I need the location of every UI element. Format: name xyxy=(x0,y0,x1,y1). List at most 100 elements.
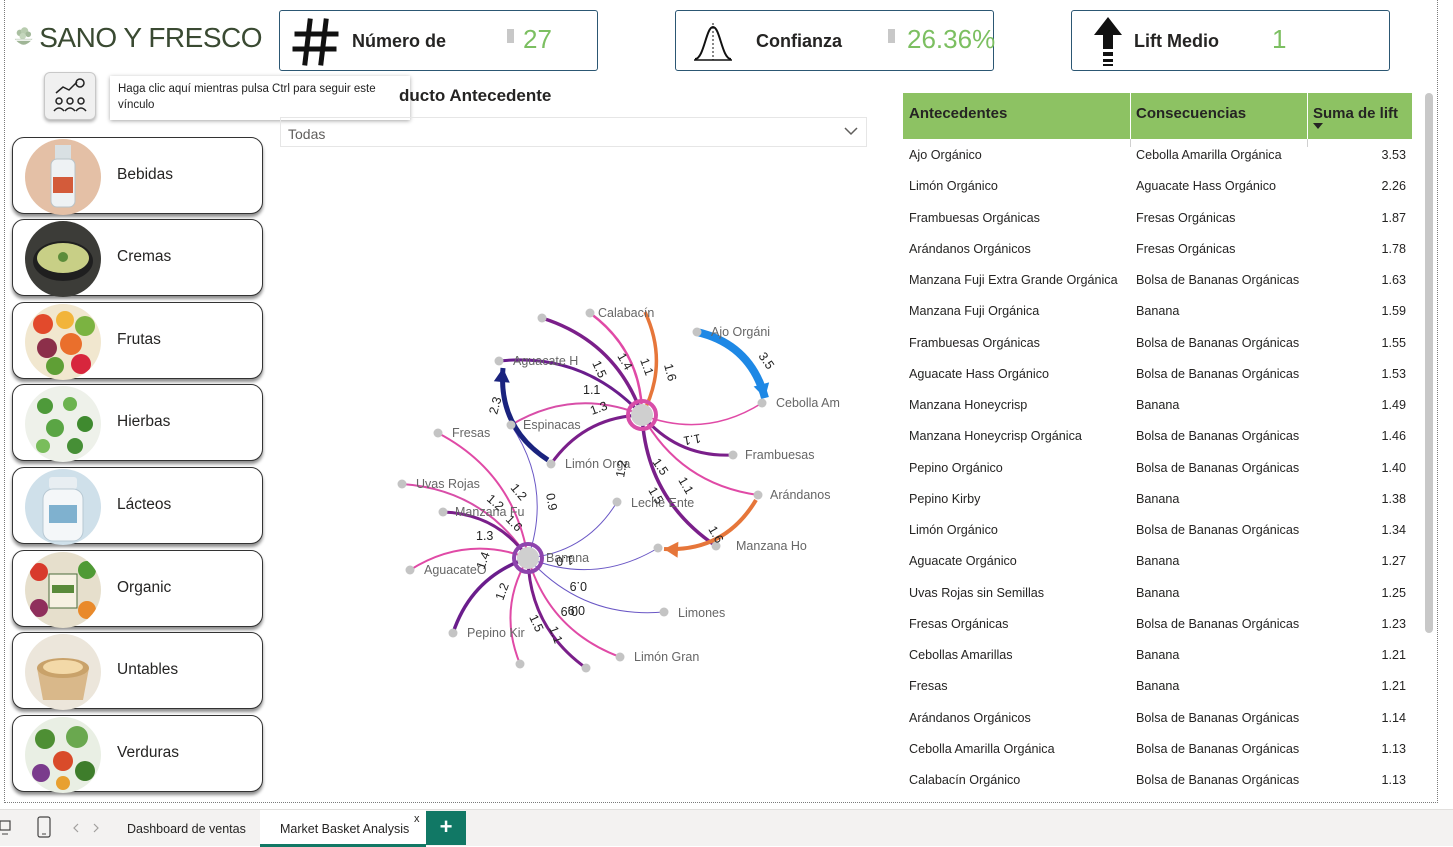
mobile-layout-icon[interactable] xyxy=(37,816,51,838)
network-node[interactable] xyxy=(692,327,702,337)
network-node[interactable] xyxy=(581,663,591,673)
category-button-untables[interactable]: Untables xyxy=(12,632,263,710)
category-button-cremas[interactable]: Cremas xyxy=(12,219,263,297)
tab-dashboard-ventas[interactable]: Dashboard de ventas xyxy=(110,810,260,847)
edge-lift-label: 1.1 xyxy=(682,431,702,448)
network-node[interactable] xyxy=(433,428,443,438)
kpi-card-lift[interactable]: Lift Medio 1 xyxy=(1071,10,1390,71)
table-row[interactable]: Manzana Honeycrisp Orgánica Bolsa de Bana… xyxy=(903,421,1412,452)
association-network-graph[interactable]: Calabacín Ajo Orgáni Aguacate H Cebolla Am E… xyxy=(280,150,900,800)
network-node[interactable] xyxy=(537,313,547,323)
network-node[interactable] xyxy=(612,497,622,507)
table-row[interactable]: Arándanos Orgánicos Fresas Orgánicas 1.78 xyxy=(903,234,1412,265)
consequent-cell: Bolsa de Bananas Orgánicas xyxy=(1136,741,1300,756)
network-node[interactable] xyxy=(506,420,516,430)
kpi-card-confianza[interactable]: Confianza 26.36% xyxy=(675,10,996,71)
table-row[interactable]: Cebolla Amarilla Orgánica Bolsa de Banana… xyxy=(903,734,1412,765)
table-row[interactable]: Aguacate Orgánico Banana 1.27 xyxy=(903,546,1412,577)
network-node[interactable] xyxy=(397,479,407,489)
consequent-cell: Bolsa de Bananas Orgánicas xyxy=(1136,616,1300,631)
header-suma-lift[interactable]: Suma de lift xyxy=(1313,105,1398,122)
antecedent-cell: Limón Orgánico xyxy=(909,179,998,194)
category-label: Hierbas xyxy=(117,413,171,430)
network-node[interactable] xyxy=(659,607,669,617)
network-edge-strong xyxy=(696,328,769,400)
network-node[interactable] xyxy=(653,543,663,553)
table-row[interactable]: Arándanos Orgánicos Bolsa de Bananas Orgá… xyxy=(903,703,1412,734)
table-row[interactable]: Calabacín Orgánico Bolsa de Bananas Orgán… xyxy=(903,765,1412,796)
hub-node[interactable] xyxy=(517,547,539,569)
table-row[interactable]: Uvas Rojas sin Semillas Banana 1.25 xyxy=(903,578,1412,609)
table-row[interactable]: Cebollas Amarillas Banana 1.21 xyxy=(903,640,1412,671)
lift-cell: 2.26 xyxy=(1381,179,1406,194)
edge-lift-label: 1.4 xyxy=(474,550,493,571)
network-node[interactable] xyxy=(448,628,458,638)
chevron-left-icon[interactable] xyxy=(72,823,80,833)
category-button-hierbas[interactable]: Hierbas xyxy=(12,384,263,462)
table-row[interactable]: Fresas Banana 1.21 xyxy=(903,671,1412,702)
category-label: Bebidas xyxy=(117,166,174,183)
edge-lift-label: 1.1 xyxy=(546,624,565,645)
salad-bowl-logo-icon xyxy=(14,27,33,45)
category-button-lacteos[interactable]: Lácteos xyxy=(12,467,263,545)
antecedent-cell: Cebolla Amarilla Orgánica xyxy=(909,741,1055,756)
antecedent-cell: Fresas Orgánicas xyxy=(909,616,1009,631)
category-button-verduras[interactable]: Verduras xyxy=(12,715,263,793)
table-row[interactable]: Manzana Fuji Extra Grande Orgánica Bolsa … xyxy=(903,265,1412,296)
kpi-label: Lift Medio xyxy=(1134,31,1219,51)
rules-table[interactable]: Antecedentes Consecuencias Suma de lift … xyxy=(903,93,1413,799)
table-row[interactable]: Frambuesas Orgánicas Fresas Orgánicas 1.87 xyxy=(903,203,1412,234)
edge-lift-label: 1.3 xyxy=(588,399,609,418)
table-row[interactable]: Aguacate Hass Orgánico Bolsa de Bananas O… xyxy=(903,359,1412,390)
edge-lift-label: 1.1 xyxy=(637,356,656,377)
table-row[interactable]: Manzana Fuji Orgánica Banana 1.59 xyxy=(903,296,1412,327)
consequent-cell: Banana xyxy=(1136,554,1180,569)
edge-lift-label: 1.0 xyxy=(555,553,574,568)
consequent-cell: Bolsa de Bananas Orgánicas xyxy=(1136,366,1300,381)
edge-lift-label: 1.5 xyxy=(650,456,671,478)
product-slicer-dropdown[interactable]: Todas xyxy=(280,117,867,147)
network-node[interactable] xyxy=(585,308,595,318)
consequent-cell: Aguacate Hass Orgánico xyxy=(1136,179,1277,194)
network-node[interactable] xyxy=(438,507,448,517)
tab-market-basket[interactable]: Market Basket Analysis x xyxy=(260,810,426,847)
network-node[interactable] xyxy=(728,450,738,460)
network-node[interactable] xyxy=(757,398,767,408)
hub-node[interactable] xyxy=(631,404,653,426)
desktop-layout-icon[interactable] xyxy=(0,818,14,838)
category-button-frutas[interactable]: Frutas xyxy=(12,302,263,380)
table-row[interactable]: Limón Orgánico Aguacate Hass Orgánico 2.26 xyxy=(903,171,1412,202)
network-node[interactable] xyxy=(515,659,525,669)
lift-cell: 1.34 xyxy=(1381,523,1406,537)
header-consecuencias[interactable]: Consecuencias xyxy=(1136,105,1246,122)
lift-cell: 1.63 xyxy=(1381,273,1406,287)
chevron-right-icon[interactable] xyxy=(92,823,100,833)
category-button-organic[interactable]: Organic xyxy=(12,550,263,628)
network-node[interactable] xyxy=(405,565,415,575)
network-node[interactable] xyxy=(494,356,504,366)
network-node[interactable] xyxy=(753,490,763,500)
category-button-bebidas[interactable]: Bebidas xyxy=(12,137,263,215)
network-node[interactable] xyxy=(546,459,556,469)
table-row[interactable]: Ajo Orgánico Cebolla Amarilla Orgánica 3.5… xyxy=(903,140,1412,171)
kpi-card-numero[interactable]: Número de 27 xyxy=(279,10,598,71)
table-row[interactable]: Fresas Orgánicas Bolsa de Bananas Orgánic… xyxy=(903,609,1412,640)
analysis-link-button[interactable] xyxy=(44,72,96,120)
bottle-icon xyxy=(25,139,101,215)
table-scrollbar[interactable] xyxy=(1425,93,1433,633)
antecedent-cell: Aguacate Hass Orgánico xyxy=(909,366,1050,381)
table-row[interactable]: Limón Orgánico Bolsa de Bananas Orgánicas… xyxy=(903,515,1412,546)
node-label: Frambuesas xyxy=(745,448,814,462)
header-antecedentes[interactable]: Antecedentes xyxy=(909,105,1007,122)
table-row[interactable]: Frambuesas Orgánicas Bolsa de Bananas Org… xyxy=(903,328,1412,359)
add-page-button[interactable]: + xyxy=(426,811,466,845)
kpi-value: 26.36% xyxy=(907,24,996,54)
table-row[interactable]: Pepino Orgánico Bolsa de Bananas Orgánica… xyxy=(903,453,1412,484)
tab-close-button[interactable]: x xyxy=(414,813,420,825)
node-label: Calabacín xyxy=(598,306,654,320)
antecedent-cell: Frambuesas Orgánicas xyxy=(909,210,1040,225)
table-row[interactable]: Pepino Kirby Banana 1.38 xyxy=(903,484,1412,515)
table-row[interactable]: Manzana Honeycrisp Banana 1.49 xyxy=(903,390,1412,421)
node-label: Limón Gran xyxy=(634,650,699,664)
network-node[interactable] xyxy=(615,652,625,662)
